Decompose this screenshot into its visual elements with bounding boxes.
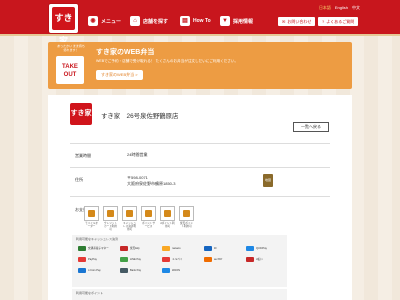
rakuten-point-badge: 楽天ポイント利用可 xyxy=(179,206,194,231)
back-to-list-button[interactable]: 一覧へ戻る xyxy=(293,122,329,132)
payment-icons: モバイルオーダー クレジットカード利用可 キャッシュレス決済利用可 ポイントサー… xyxy=(84,206,194,231)
site-header: すき家 ◉ メニュー ⌂ 店舗を探す ▤ How To ▼ 採用情報 日本語 Engli… xyxy=(0,0,400,46)
d-point-badge: dポイント利用可 xyxy=(160,206,175,231)
howto-icon: ▤ xyxy=(180,16,190,26)
banner-bubble: あったかい まま持ち帰れます！ xyxy=(57,44,85,52)
epay-item: nanaco xyxy=(162,244,204,252)
store-icon: ⌂ xyxy=(130,16,140,26)
epay-grid: 交通系電子マネー 楽天Edy nanaco iD QUICPay PayPay LINE P… xyxy=(78,244,288,274)
epay-logo-icon xyxy=(120,245,128,251)
address-label: 住所 xyxy=(75,177,83,182)
epay-item: Bank Pay xyxy=(120,266,162,274)
epay-logo-icon xyxy=(162,256,170,262)
epay-logo-icon xyxy=(162,267,170,273)
epay-item: LINE Pay xyxy=(120,255,162,263)
credit-card-badge: クレジットカード利用可 xyxy=(103,206,118,231)
epay-item: WAON xyxy=(162,266,204,274)
banner-title: すき家のWEB弁当 xyxy=(96,49,155,56)
divider xyxy=(70,196,330,197)
epay-item: iD xyxy=(204,244,246,252)
nav-menu[interactable]: ◉ メニュー xyxy=(88,16,121,26)
question-icon: ? xyxy=(322,19,325,24)
epay-item: d払い xyxy=(246,255,288,263)
lang-ja[interactable]: 日本語 xyxy=(319,5,331,11)
epay-title: 利用可能なキャッシュレス決済 xyxy=(76,237,118,241)
epay-logo-icon xyxy=(78,267,86,273)
bowl-icon: ◉ xyxy=(88,16,98,26)
address-value: 〒598-0071 大阪府泉佐野市鶴原1850-3 xyxy=(127,175,175,187)
nav-howto[interactable]: ▤ How To xyxy=(180,16,211,26)
epay-logo-icon xyxy=(162,245,170,251)
store-title: すき家 26号泉佐野鶴原店 xyxy=(101,113,179,120)
hours-label: 営業時間 xyxy=(75,153,91,158)
contact-button[interactable]: ✉ お問い合わせ xyxy=(278,17,316,26)
epay-logo-icon xyxy=(78,256,86,262)
language-switcher: 日本語 English 中文 xyxy=(319,5,360,11)
nav-store-search[interactable]: ⌂ 店舗を探す xyxy=(130,16,168,26)
takeout-bag-icon: TAKE OUT xyxy=(56,56,84,84)
epay-list: 利用可能なキャッシュレス決済 交通系電子マネー 楽天Edy nanaco iD QUIC… xyxy=(72,235,287,287)
lang-en[interactable]: English xyxy=(335,5,348,11)
divider xyxy=(70,143,330,144)
epay-item: 楽天Edy xyxy=(120,244,162,252)
epay-logo-icon xyxy=(78,245,86,251)
mobile-order-badge: モバイルオーダー xyxy=(84,206,99,231)
epay-logo-icon xyxy=(246,245,254,251)
epay-item: 交通系電子マネー xyxy=(78,244,120,252)
epay-logo-icon xyxy=(204,245,212,251)
banner-description: WEBでご予約・店舗で受け取れる！ たくさんのお弁当が注文しだいにご利用ください… xyxy=(96,59,239,63)
epay-item: J-Coin Pay xyxy=(78,266,120,274)
epay-logo-icon xyxy=(204,256,212,262)
faq-button[interactable]: ? よくあるご質問 xyxy=(318,17,359,26)
hours-value: 24時間営業 xyxy=(127,152,148,157)
lang-zh[interactable]: 中文 xyxy=(352,5,360,11)
sukiya-logo[interactable]: すき家 xyxy=(48,3,79,46)
street-address: 大阪府泉佐野市鶴原1850-3 xyxy=(127,181,176,186)
divider xyxy=(70,167,330,168)
nav-recruit[interactable]: ▼ 採用情報 xyxy=(220,16,253,26)
cashless-badge: キャッシュレス決済利用可 xyxy=(122,206,137,231)
epay-item: QUICPay xyxy=(246,244,288,252)
store-logo: すき家 xyxy=(70,103,92,125)
web-bento-banner[interactable]: あったかい まま持ち帰れます！ TAKE OUT すき家のWEB弁当 WEBでご予… xyxy=(48,42,352,89)
epay-item: PayPay xyxy=(78,255,120,263)
shirt-icon: ▼ xyxy=(220,16,230,26)
mail-icon: ✉ xyxy=(282,19,286,24)
epay-logo-icon xyxy=(120,256,128,262)
zip-code: 〒598-0071 xyxy=(127,175,148,180)
points-box: 利用可能なポイント xyxy=(72,289,287,300)
epay-item: メルペイ xyxy=(162,255,204,263)
point-service-badge: ポイントサービス xyxy=(141,206,156,231)
web-bento-button[interactable]: すき家のWEB弁当 > xyxy=(96,70,143,80)
epay-item: au PAY xyxy=(204,255,246,263)
epay-logo-icon xyxy=(120,267,128,273)
map-button[interactable]: 地図 xyxy=(263,174,273,187)
epay-logo-icon xyxy=(246,256,254,262)
